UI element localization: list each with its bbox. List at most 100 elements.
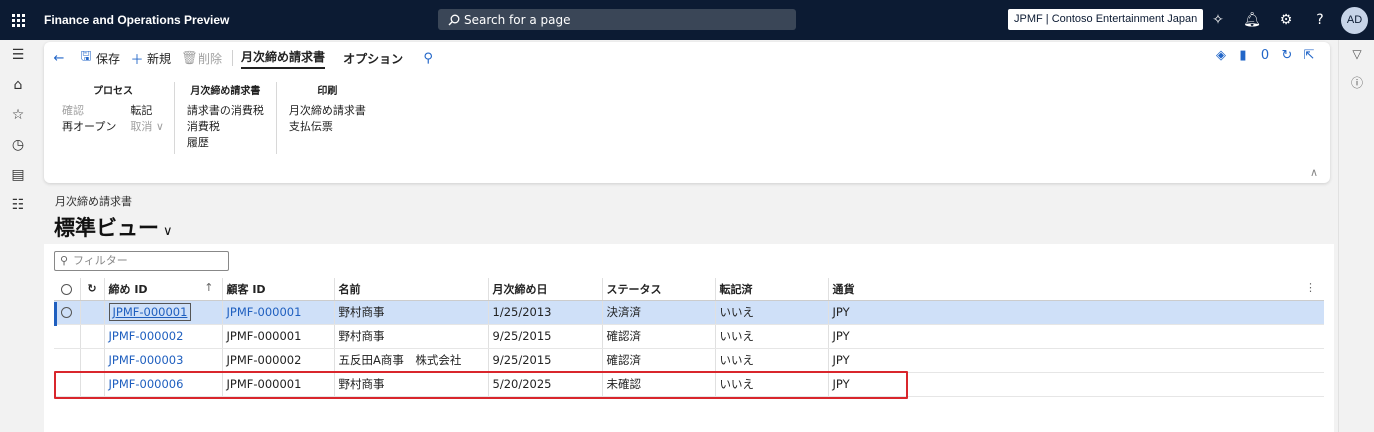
action-groups: プロセス 確認 再オープン 転記 取消 ∨ 月次締め請求書 請求書の消費税 消費… xyxy=(44,82,378,177)
closing-id-link[interactable]: JPMF-000001 xyxy=(104,300,223,325)
row-select[interactable] xyxy=(54,300,81,325)
column-label: 顧客 ID xyxy=(226,282,266,296)
table-cell: いいえ xyxy=(715,348,829,373)
help-icon[interactable]: ? xyxy=(1310,10,1330,30)
table-row[interactable]: JPMF-000001 JPMF-000001 野村商事 1/25/2013 決… xyxy=(54,300,1324,325)
new-label: 新規 xyxy=(147,51,172,66)
group-print: 印刷 月次締め請求書 支払伝票 xyxy=(277,82,378,154)
closing-id-link[interactable]: JPMF-000002 xyxy=(104,324,223,349)
column-label: ステータス xyxy=(606,282,662,296)
column-header[interactable]: 転記済 xyxy=(715,278,829,301)
tab-closing-invoice[interactable]: 月次締め請求書 xyxy=(241,48,326,69)
workspace-icon[interactable]: ▤ xyxy=(0,160,36,190)
diamond-icon[interactable]: ◈ xyxy=(1210,48,1232,63)
print-payment-slip-button[interactable]: 支払伝票 xyxy=(289,119,366,135)
view-title: 標準ビュー xyxy=(54,216,159,240)
column-header[interactable]: 顧客 ID xyxy=(222,278,335,301)
table-cell: 決済済 xyxy=(602,300,716,325)
app-launcher-icon[interactable] xyxy=(0,0,36,40)
table-cell: 9/25/2015 xyxy=(488,348,603,373)
popout-icon[interactable]: ⇱ xyxy=(1298,48,1320,63)
reopen-button[interactable]: 再オープン xyxy=(62,119,116,135)
column-header[interactable]: 名前 xyxy=(334,278,489,301)
table-cell: JPY xyxy=(828,324,1324,349)
office-icon[interactable]: ▮ xyxy=(1232,48,1254,63)
refresh-header[interactable]: ↻ xyxy=(80,278,105,301)
select-all-header[interactable] xyxy=(54,278,81,301)
row-select[interactable] xyxy=(54,372,81,397)
table-cell: JPMF-000001 xyxy=(222,324,335,349)
cancel-dropdown[interactable]: 取消 ∨ xyxy=(130,119,164,135)
invoice-tax-button[interactable]: 請求書の消費税 xyxy=(187,103,264,119)
customer-id-link[interactable]: JPMF-000001 xyxy=(222,300,335,325)
trash-icon: 🗑︎ xyxy=(181,50,198,66)
post-button[interactable]: 転記 xyxy=(130,103,164,119)
table-row[interactable]: JPMF-000002 JPMF-000001 野村商事 9/25/2015 確… xyxy=(54,324,1324,349)
refresh-icon: ↻ xyxy=(87,282,97,296)
history-button[interactable]: 履歴 xyxy=(187,135,264,151)
tax-button[interactable]: 消費税 xyxy=(187,119,264,135)
column-label: 名前 xyxy=(338,282,361,296)
refresh-icon[interactable]: ↻ xyxy=(1276,48,1298,63)
column-header[interactable]: ステータス xyxy=(602,278,716,301)
filter-icon[interactable]: ▽ xyxy=(1339,40,1374,68)
table-cell: JPY xyxy=(828,300,1324,325)
clock-icon[interactable]: ◷ xyxy=(0,130,36,160)
table-cell: 確認済 xyxy=(602,324,716,349)
table-cell: いいえ xyxy=(715,324,829,349)
new-button[interactable]: ＋新規 xyxy=(130,49,172,68)
table-cell: 五反田A商事 株式会社 xyxy=(334,348,489,373)
row-select[interactable] xyxy=(54,348,81,373)
tab-options[interactable]: オプション xyxy=(343,50,403,67)
toolbar-divider xyxy=(232,50,234,66)
confirm-button[interactable]: 確認 xyxy=(62,103,116,119)
table-row[interactable]: JPMF-000003 JPMF-000002 五反田A商事 株式会社 9/25… xyxy=(54,348,1324,373)
row-select[interactable] xyxy=(54,324,81,349)
hamburger-menu-icon[interactable]: ☰ xyxy=(0,40,36,70)
save-button[interactable]: 🖫︎ 保存 xyxy=(79,47,120,69)
table-row[interactable]: JPMF-000006 JPMF-000001 野村商事 5/20/2025 未… xyxy=(54,372,1324,397)
sort-ascending-icon: ↑ xyxy=(204,280,214,294)
plus-icon: ＋ xyxy=(130,52,144,68)
column-label: 通貨 xyxy=(832,282,855,296)
modules-list-icon[interactable]: ☷ xyxy=(0,190,36,220)
filter-input[interactable]: ⚲ フィルター xyxy=(54,251,229,271)
column-header[interactable]: 月次締め日 xyxy=(488,278,603,301)
closing-id-link[interactable]: JPMF-000006 xyxy=(104,372,223,397)
action-search-button[interactable]: ⚲ xyxy=(421,51,438,66)
column-header[interactable]: 締め ID ↑ xyxy=(104,278,223,301)
column-header[interactable]: 通貨 ⋮ xyxy=(828,278,1324,301)
top-nav-bar: Finance and Operations Preview Search fo… xyxy=(0,0,1374,40)
company-picker[interactable]: JPMF | Contoso Entertainment Japan xyxy=(1008,9,1204,30)
bell-icon[interactable]: 🔔︎ xyxy=(1242,10,1262,30)
row-spacer xyxy=(80,372,105,397)
collapse-chevron-icon[interactable]: ∧ xyxy=(1310,166,1318,179)
grid-container: ⚲ フィルター ↻ 締め ID ↑ 顧客 ID 名前 月次締め日 ステータス 転記… xyxy=(44,244,1334,432)
delete-label: 削除 xyxy=(198,51,223,66)
table-cell: 未確認 xyxy=(602,372,716,397)
back-button[interactable]: ← xyxy=(52,51,69,66)
attachment-count-icon[interactable]: 0 xyxy=(1254,48,1276,63)
page-caption: 月次締め請求書 xyxy=(55,195,132,208)
closing-id-link[interactable]: JPMF-000003 xyxy=(104,348,223,373)
toolbar-right-icons: ◈ ▮ 0 ↻ ⇱ xyxy=(1210,48,1320,63)
avatar[interactable]: AD xyxy=(1341,7,1368,34)
more-options-icon[interactable]: ⋮ xyxy=(1305,281,1316,294)
star-icon[interactable]: ☆ xyxy=(0,100,36,130)
view-selector[interactable]: 標準ビュー ∨ xyxy=(54,212,173,242)
table-cell: JPMF-000002 xyxy=(222,348,335,373)
print-closing-invoice-button[interactable]: 月次締め請求書 xyxy=(289,103,366,119)
search-icon xyxy=(448,14,460,26)
gear-icon[interactable]: ⚙ xyxy=(1276,10,1296,30)
radio-icon xyxy=(61,283,73,295)
table-cell: 5/20/2025 xyxy=(488,372,603,397)
copilot-icon[interactable]: ✧ xyxy=(1208,10,1228,30)
toolbar: ← 🖫︎ 保存 ＋新規 🗑︎ 削除 月次締め請求書 オプション ⚲ ◈ ▮ 0 ↻ … xyxy=(44,42,1330,74)
delete-button[interactable]: 🗑︎ 削除 xyxy=(181,50,222,67)
info-icon[interactable]: ⓘ xyxy=(1339,68,1374,96)
page-search[interactable]: Search for a page xyxy=(438,9,796,30)
row-spacer xyxy=(80,324,105,349)
save-label: 保存 xyxy=(96,51,121,66)
group-closing-invoice: 月次締め請求書 請求書の消費税 消費税 履歴 xyxy=(175,82,277,154)
home-icon[interactable]: ⌂ xyxy=(0,70,36,100)
